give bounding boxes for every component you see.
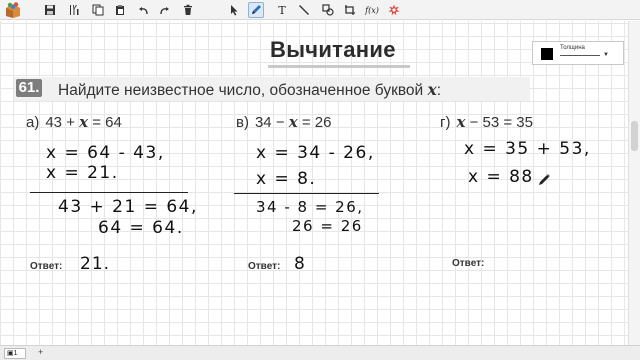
- undo-icon[interactable]: [136, 2, 152, 18]
- chevron-down-icon[interactable]: ▼: [603, 52, 609, 58]
- task-number: 61.: [16, 79, 42, 97]
- problem-v-divider: [234, 193, 379, 194]
- problem-g-answer-label: Ответ:: [452, 258, 485, 269]
- save-icon[interactable]: [42, 2, 58, 18]
- pencil-cursor-icon: [539, 174, 550, 185]
- burst-icon[interactable]: [386, 2, 402, 18]
- problem-a-equation: а) 43 + x = 64: [26, 113, 122, 131]
- problem-v-solution-line: x = 8.: [256, 169, 317, 189]
- thickness-label: Толщина: [560, 45, 585, 51]
- crop-icon[interactable]: [342, 2, 358, 18]
- problem-a-answer: 21.: [80, 254, 111, 274]
- vertical-scrollbar[interactable]: [628, 21, 640, 345]
- toolbar: T f(x): [0, 0, 640, 20]
- problem-a-divider: [30, 192, 188, 193]
- problem-v-equation: в) 34 − x = 26: [236, 113, 332, 131]
- problem-v-check-line: 26 = 26: [292, 217, 363, 235]
- problem-a-check-line: 43 + 21 = 64,: [58, 197, 198, 217]
- problem-v-solution-line: x = 34 - 26,: [256, 143, 375, 163]
- problem-a-solution-line: x = 64 - 43,: [46, 143, 165, 163]
- color-swatch[interactable]: [541, 48, 553, 60]
- problem-v-answer: 8: [294, 254, 306, 274]
- pointer-icon[interactable]: [226, 2, 242, 18]
- shapes-icon[interactable]: [320, 2, 336, 18]
- redo-icon[interactable]: [156, 2, 172, 18]
- add-page-button[interactable]: +: [38, 347, 43, 357]
- formula-icon[interactable]: f(x): [362, 2, 382, 18]
- page-title: Вычитание: [270, 37, 396, 62]
- tools-icon[interactable]: [66, 2, 82, 18]
- problem-g-solution-line: x = 88: [468, 167, 534, 187]
- title-underline: [268, 65, 410, 68]
- task-statement: Найдите неизвестное число, обозначенное …: [58, 80, 442, 99]
- copy-icon[interactable]: [90, 2, 106, 18]
- problem-a-answer-label: Ответ:: [30, 261, 63, 272]
- page-icon: ▣: [7, 350, 14, 357]
- problem-g-equation: г) x − 53 = 35: [440, 113, 533, 131]
- line-icon[interactable]: [296, 2, 312, 18]
- logo-icon: [6, 2, 20, 18]
- drawing-canvas[interactable]: Вычитание Толщина ▼ 61. Найдите неизвест…: [0, 21, 628, 345]
- problem-g-solution-line: x = 35 + 53,: [464, 139, 591, 159]
- page-tab-1[interactable]: ▣1: [4, 348, 26, 359]
- problem-a-check-line: 64 = 64.: [98, 218, 184, 238]
- delete-icon[interactable]: [180, 2, 196, 18]
- problem-a-solution-line: x = 21.: [46, 163, 119, 183]
- status-bar: ▣1 +: [0, 345, 640, 360]
- scrollbar-thumb[interactable]: [631, 121, 638, 151]
- problem-v-check-line: 34 - 8 = 26,: [256, 198, 364, 216]
- thickness-line-preview: [560, 55, 600, 56]
- problem-v-answer-label: Ответ:: [248, 261, 281, 272]
- thickness-panel[interactable]: Толщина ▼: [532, 41, 624, 65]
- text-icon[interactable]: T: [274, 2, 290, 18]
- pen-icon[interactable]: [248, 2, 264, 18]
- paste-icon[interactable]: [112, 2, 128, 18]
